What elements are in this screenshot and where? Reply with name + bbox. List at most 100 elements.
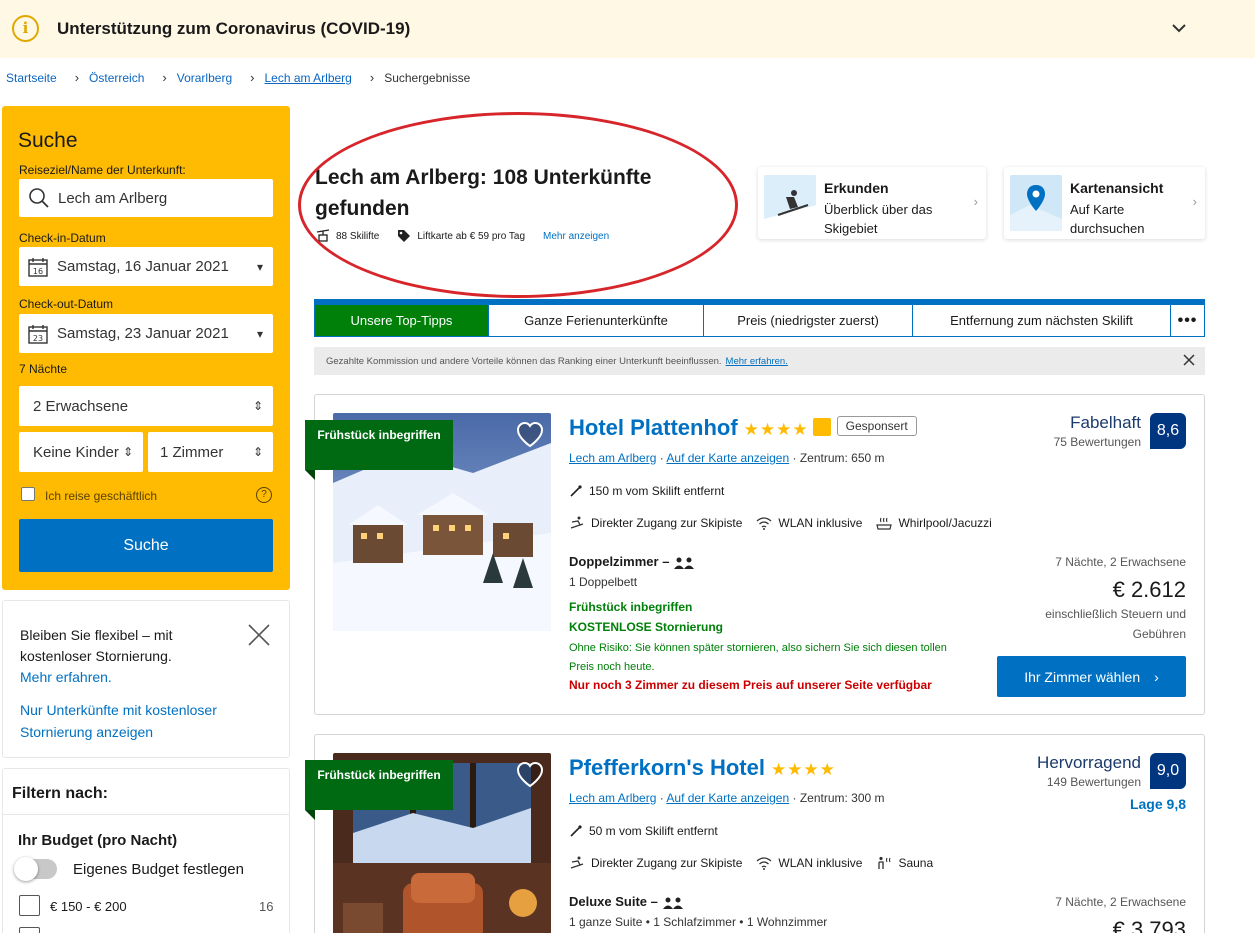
property-name[interactable]: Pfefferkorn's Hotel ★★★★ bbox=[569, 755, 836, 781]
show-on-map-link[interactable]: Auf der Karte anzeigen bbox=[666, 451, 789, 465]
checkin-date-field[interactable]: 16 Samstag, 16 Januar 2021 ▾ bbox=[19, 247, 273, 286]
close-icon[interactable] bbox=[1181, 352, 1197, 368]
breadcrumb-separator: › bbox=[369, 70, 375, 85]
explore-subtitle: Überblick über das Skigebiet bbox=[824, 202, 933, 236]
divider bbox=[3, 814, 289, 815]
filter-title: Filtern nach: bbox=[12, 785, 109, 802]
stay-summary: 7 Nächte, 2 Erwachsene bbox=[1055, 555, 1186, 569]
rooms-select[interactable]: 1 Zimmer ⇕ bbox=[148, 432, 273, 472]
sponsored-badge: Gesponsert bbox=[836, 416, 917, 437]
map-view-subtitle: Auf Karte durchsuchen bbox=[1070, 202, 1145, 236]
ribbon-fold bbox=[305, 810, 315, 820]
budget-toggle[interactable] bbox=[14, 857, 57, 881]
flexible-cancellation-box: Bleiben Sie flexibel – mit kostenloser S… bbox=[2, 600, 290, 758]
rating-label: Hervorragend bbox=[1037, 753, 1141, 772]
budget-range-checkbox[interactable] bbox=[19, 895, 40, 916]
covid-banner[interactable]: i Unterstützung zum Coronavirus (COVID-1… bbox=[0, 0, 1255, 58]
ribbon-fold bbox=[305, 470, 315, 480]
updown-icon: ⇕ bbox=[252, 445, 263, 459]
checkin-value: Samstag, 16 Januar 2021 bbox=[57, 258, 229, 275]
breakfast-included: Frühstück inbegriffen bbox=[569, 600, 693, 614]
help-icon[interactable]: ? bbox=[256, 487, 272, 503]
flexible-text: Bleiben Sie flexibel – mit kostenloser S… bbox=[20, 625, 220, 688]
property-name[interactable]: Hotel Plattenhof ★★★★ Gesponsert bbox=[569, 415, 917, 441]
center-distance: Zentrum: 300 m bbox=[799, 791, 885, 805]
destination-value: Lech am Arlberg bbox=[58, 189, 168, 207]
budget-range-checkbox[interactable] bbox=[19, 927, 40, 933]
checkout-date-field[interactable]: 23 Samstag, 23 Januar 2021 ▾ bbox=[19, 314, 273, 353]
chevron-right-icon: › bbox=[1192, 194, 1197, 209]
tab-holiday-homes[interactable]: Ganze Ferienunterkünfte bbox=[489, 305, 704, 336]
ski-icon bbox=[570, 825, 582, 837]
tab-top-picks[interactable]: Unsere Top-Tipps bbox=[315, 305, 489, 336]
free-cancellation-link[interactable]: Nur Unterkünfte mit kostenloser Stornier… bbox=[20, 699, 270, 743]
search-button[interactable]: Suche bbox=[19, 519, 273, 572]
breadcrumb-separator: › bbox=[162, 70, 167, 85]
breadcrumb-current: Suchergebnisse bbox=[384, 70, 471, 85]
explore-tile[interactable]: Erkunden Überblick über das Skigebiet › bbox=[758, 167, 986, 239]
skier-illustration bbox=[764, 175, 816, 231]
rating-label: Fabelhaft bbox=[1070, 413, 1141, 432]
breadcrumb-region[interactable]: Vorarlberg bbox=[177, 71, 232, 85]
heart-icon[interactable] bbox=[515, 420, 545, 450]
chevron-down-icon: ▾ bbox=[256, 326, 263, 341]
free-cancellation: KOSTENLOSE Stornierung bbox=[569, 620, 724, 634]
star-rating: ★★★★ bbox=[770, 760, 836, 779]
wifi-icon bbox=[756, 857, 772, 870]
review-count[interactable]: 149 Bewertungen bbox=[1047, 775, 1141, 789]
tab-distance-ski-lift[interactable]: Entfernung zum nächsten Skilift bbox=[913, 305, 1171, 336]
sauna-icon bbox=[878, 856, 891, 869]
town-link[interactable]: Lech am Arlberg bbox=[569, 451, 656, 465]
persons-icon bbox=[674, 557, 695, 569]
breadcrumb-home[interactable]: Startseite bbox=[6, 71, 57, 85]
chevron-down-icon[interactable] bbox=[1168, 17, 1190, 39]
tax-note: einschließlich Steuern und Gebühren bbox=[1045, 607, 1186, 641]
amenities: Direkter Zugang zur Skipiste WLAN inklus… bbox=[569, 856, 947, 870]
close-icon[interactable] bbox=[246, 622, 272, 648]
checkin-label: Check-in-Datum bbox=[19, 231, 106, 245]
tab-lowest-price[interactable]: Preis (niedrigster zuerst) bbox=[704, 305, 913, 336]
breadcrumb-town[interactable]: Lech am Arlberg bbox=[264, 71, 351, 85]
room-type: Deluxe Suite – bbox=[569, 894, 684, 909]
map-view-title: Kartenansicht bbox=[1070, 180, 1164, 196]
breadcrumb-country[interactable]: Österreich bbox=[89, 71, 144, 85]
adults-select[interactable]: 2 Erwachsene ⇕ bbox=[19, 386, 273, 426]
price: € 3.793 bbox=[1112, 917, 1186, 933]
review-count[interactable]: 75 Bewertungen bbox=[1054, 435, 1141, 449]
skier-icon bbox=[570, 856, 584, 869]
review-score-badge: 8,6 bbox=[1150, 413, 1186, 449]
calendar-day: 16 bbox=[33, 267, 43, 276]
updown-icon: ⇕ bbox=[252, 399, 263, 413]
children-value: Keine Kinder bbox=[33, 443, 119, 461]
room-type: Doppelzimmer – bbox=[569, 554, 695, 569]
search-title: Suche bbox=[18, 129, 78, 152]
checkout-value: Samstag, 23 Januar 2021 bbox=[57, 325, 229, 342]
destination-label: Reiseziel/Name der Unterkunft: bbox=[19, 163, 186, 177]
budget-heading: Ihr Budget (pro Nacht) bbox=[18, 832, 178, 849]
show-on-map-link[interactable]: Auf der Karte anzeigen bbox=[666, 791, 789, 805]
wifi-icon bbox=[756, 517, 772, 530]
more-info-link[interactable]: Mehr erfahren. bbox=[20, 667, 220, 688]
town-link[interactable]: Lech am Arlberg bbox=[569, 791, 656, 805]
price: € 2.612 bbox=[1112, 577, 1186, 602]
map-view-tile[interactable]: Kartenansicht Auf Karte durchsuchen › bbox=[1004, 167, 1205, 239]
choose-room-button[interactable]: Ihr Zimmer wählen › bbox=[997, 656, 1186, 697]
breakfast-ribbon: Frühstück inbegriffen bbox=[305, 760, 453, 810]
sort-tabs: Unsere Top-Tipps Ganze Ferienunterkünfte… bbox=[314, 299, 1205, 337]
children-select[interactable]: Keine Kinder ⇕ bbox=[19, 432, 143, 472]
ski-lift-distance: 50 m vom Skilift entfernt bbox=[569, 824, 718, 838]
heart-icon[interactable] bbox=[515, 760, 545, 790]
updown-icon: ⇕ bbox=[122, 445, 133, 459]
budget-range-count: 16 bbox=[259, 899, 274, 914]
nights-label: 7 Nächte bbox=[19, 362, 68, 376]
budget-range-label: € 150 - € 200 bbox=[50, 899, 127, 914]
stay-summary: 7 Nächte, 2 Erwachsene bbox=[1055, 895, 1186, 909]
business-checkbox[interactable] bbox=[21, 487, 35, 501]
toggle-knob bbox=[14, 857, 38, 881]
notice-link[interactable]: Mehr erfahren. bbox=[726, 356, 788, 367]
ranking-notice: Gezahlte Kommission und andere Vorteile … bbox=[314, 347, 1205, 375]
tab-more[interactable]: ••• bbox=[1171, 305, 1204, 336]
breadcrumb-separator: › bbox=[250, 70, 255, 85]
destination-input[interactable]: Lech am Arlberg bbox=[19, 179, 273, 217]
property-card: Frühstück inbegriffen Pfefferkorn's Hote… bbox=[305, 734, 1205, 933]
